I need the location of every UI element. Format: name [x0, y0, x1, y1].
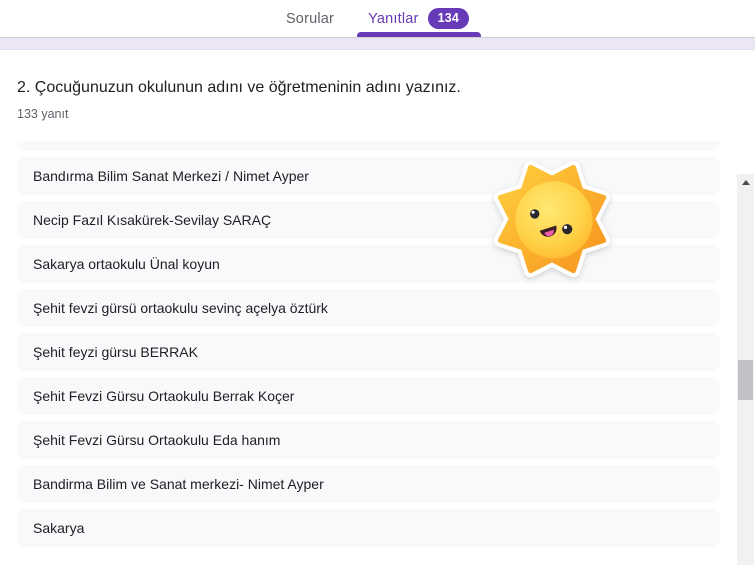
tab-responses[interactable]: Yanıtlar 134 [357, 8, 482, 37]
list-item: Şehit Fevzi Gürsu Ortaokulu Berrak Koçer [17, 377, 720, 416]
scroll-up-button[interactable] [737, 174, 754, 191]
list-item: Sakarya ortaokulu Ünal koyun [17, 245, 720, 284]
page-background-strip [0, 38, 755, 50]
tab-questions[interactable]: Sorular [286, 11, 334, 27]
list-item: Bandirma Bilim ve Sanat merkezi- Nimet A… [17, 465, 720, 504]
response-count: 133 yanıt [17, 107, 69, 122]
list-item: Şehit feyzi gürsu BERRAK [17, 333, 720, 372]
responses-panel: 2. Çocuğunuzun okulunun adını ve öğretme… [0, 78, 755, 565]
tab-bar: Sorular Yanıtlar 134 [0, 0, 755, 38]
list-item: Bandırma Bilim Sanat Merkezi / Nimet Ayp… [17, 157, 720, 196]
response-list: Bandırma Bilim Sanat Merkezi / Nimet Ayp… [17, 141, 720, 548]
list-item: Şehit fevzi gürsü ortaokulu sevinç açely… [17, 289, 720, 328]
scrollbar-thumb[interactable] [738, 360, 753, 400]
active-tab-underline [357, 32, 482, 37]
list-item: Şehit Fevzi Gürsu Ortaokulu Eda hanım [17, 421, 720, 460]
list-item-clipped [17, 141, 720, 152]
tab-responses-label: Yanıtlar [368, 10, 419, 27]
list-item: Necip Fazıl Kısakürek-Sevilay SARAÇ [17, 201, 720, 240]
question-title: 2. Çocuğunuzun okulunun adını ve öğretme… [17, 79, 461, 96]
triangle-up-icon [741, 180, 750, 185]
responses-count-badge: 134 [427, 8, 470, 29]
list-item: Sakarya [17, 509, 720, 548]
list-scrollbar[interactable] [737, 174, 754, 565]
